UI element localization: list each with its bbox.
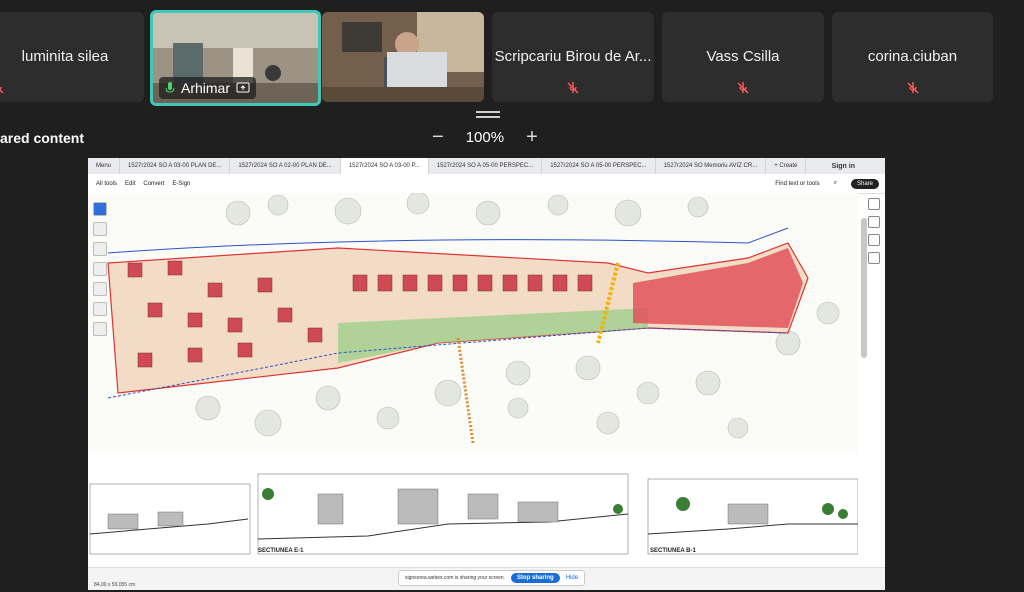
menu-handle-icon[interactable] bbox=[476, 108, 500, 121]
text-tool-icon[interactable] bbox=[93, 302, 107, 316]
participant-tile-6[interactable]: corina.ciuban bbox=[832, 12, 993, 102]
hide-banner-link[interactable]: Hide bbox=[566, 575, 578, 581]
participant-name: corina.ciuban bbox=[867, 48, 958, 65]
browser-tab[interactable]: 1527r2024 SO A 03-00 PLAN DE... bbox=[120, 158, 231, 174]
mic-off-icon bbox=[0, 80, 6, 96]
lasso-tool-icon[interactable] bbox=[93, 282, 107, 296]
bookmark-icon[interactable] bbox=[868, 216, 880, 228]
mic-on-icon bbox=[165, 82, 175, 93]
site-plan-drawing bbox=[88, 191, 858, 453]
browser-tab[interactable]: 1527r2024 SO A 05-00 PERSPEC... bbox=[542, 158, 656, 174]
page-size-readout: 84,00 x 59,055 cm bbox=[94, 582, 136, 588]
zoom-tool-icon[interactable] bbox=[93, 222, 107, 236]
shared-content-label: ared content bbox=[0, 130, 85, 146]
mic-off-icon bbox=[565, 80, 581, 96]
screen-share-icon bbox=[236, 82, 250, 93]
browser-tab[interactable]: 1527r2024 SO Memoriu AVIZ CR... bbox=[656, 158, 767, 174]
menu-convert[interactable]: Convert bbox=[143, 181, 164, 187]
browser-tab[interactable]: 1527r2024 SO A 05-00 PERSPEC... bbox=[429, 158, 543, 174]
section-b1-label: SECTIUNEA B-1 bbox=[650, 548, 696, 554]
shared-screen: Menu 1527r2024 SO A 03-00 PLAN DE... 152… bbox=[88, 158, 885, 590]
tab-menu[interactable]: Menu bbox=[88, 158, 121, 174]
participant-tile-1[interactable]: luminita silea bbox=[0, 12, 144, 102]
menu-esign[interactable]: E-Sign bbox=[172, 181, 190, 187]
participant-tile-2[interactable]: Arhimar bbox=[150, 10, 321, 106]
vertical-scrollbar[interactable] bbox=[861, 218, 867, 358]
status-bar: 84,00 x 59,055 cm signsorea.webex.com is… bbox=[88, 567, 885, 590]
zoom-out-button[interactable]: − bbox=[432, 127, 444, 147]
participant-name: Vass Csilla bbox=[706, 48, 780, 65]
participant-tile-3[interactable] bbox=[322, 12, 484, 102]
browser-tab-active[interactable]: 1527r2024 SO A 03-00 P... bbox=[340, 158, 429, 174]
hand-tool-icon[interactable] bbox=[93, 202, 107, 216]
participant-video bbox=[322, 12, 484, 102]
pdf-left-toolbar bbox=[93, 202, 109, 336]
search-icon[interactable]: ⌕ bbox=[834, 180, 837, 187]
mic-off-icon bbox=[735, 80, 751, 96]
pen-tool-icon[interactable] bbox=[93, 242, 107, 256]
find-text-input[interactable]: Find text or tools bbox=[775, 181, 819, 187]
section-e1-label: SECTIUNEA E-1 bbox=[258, 548, 304, 554]
zoom-in-button[interactable]: + bbox=[526, 127, 538, 147]
browser-tab-bar: Menu 1527r2024 SO A 03-00 PLAN DE... 152… bbox=[88, 158, 885, 174]
participant-name: Arhimar bbox=[181, 80, 231, 96]
sharing-message: signsorea.webex.com is sharing your scre… bbox=[405, 575, 506, 581]
zoom-level: 100% bbox=[465, 128, 505, 146]
stop-sharing-button[interactable]: Stop sharing bbox=[511, 573, 560, 583]
participant-tile-4[interactable]: Scripcariu Birou de Ar... bbox=[492, 12, 654, 102]
pdf-right-toolbar bbox=[865, 198, 883, 264]
zoom-controls: − 100% + bbox=[432, 127, 538, 147]
participant-tag: Arhimar bbox=[159, 77, 257, 99]
participant-tile-5[interactable]: Vass Csilla bbox=[662, 12, 824, 102]
sign-in-link[interactable]: Sign in bbox=[832, 163, 855, 170]
comment-icon[interactable] bbox=[868, 198, 880, 210]
mic-off-icon bbox=[905, 80, 921, 96]
menu-edit[interactable]: Edit bbox=[125, 181, 135, 187]
browser-tab[interactable]: 1527r2024 SO A 02-00 PLAN DE... bbox=[230, 158, 341, 174]
participant-name: Scripcariu Birou de Ar... bbox=[494, 48, 652, 65]
share-button[interactable]: Share bbox=[850, 178, 879, 189]
sharing-banner: signsorea.webex.com is sharing your scre… bbox=[398, 570, 586, 586]
highlight-tool-icon[interactable] bbox=[93, 262, 107, 276]
section-drawings: SECTIUNEA E-1 SECTIUNEA B-1 bbox=[88, 464, 859, 564]
menu-all-tools[interactable]: All tools bbox=[96, 181, 117, 187]
participant-name: luminita silea bbox=[21, 48, 109, 65]
layers-icon[interactable] bbox=[868, 252, 880, 264]
pdf-toolbar: All tools Edit Convert E-Sign Find text … bbox=[88, 174, 885, 194]
create-tab-button[interactable]: + Create bbox=[766, 158, 807, 174]
stamp-tool-icon[interactable] bbox=[93, 322, 107, 336]
pages-icon[interactable] bbox=[868, 234, 880, 246]
